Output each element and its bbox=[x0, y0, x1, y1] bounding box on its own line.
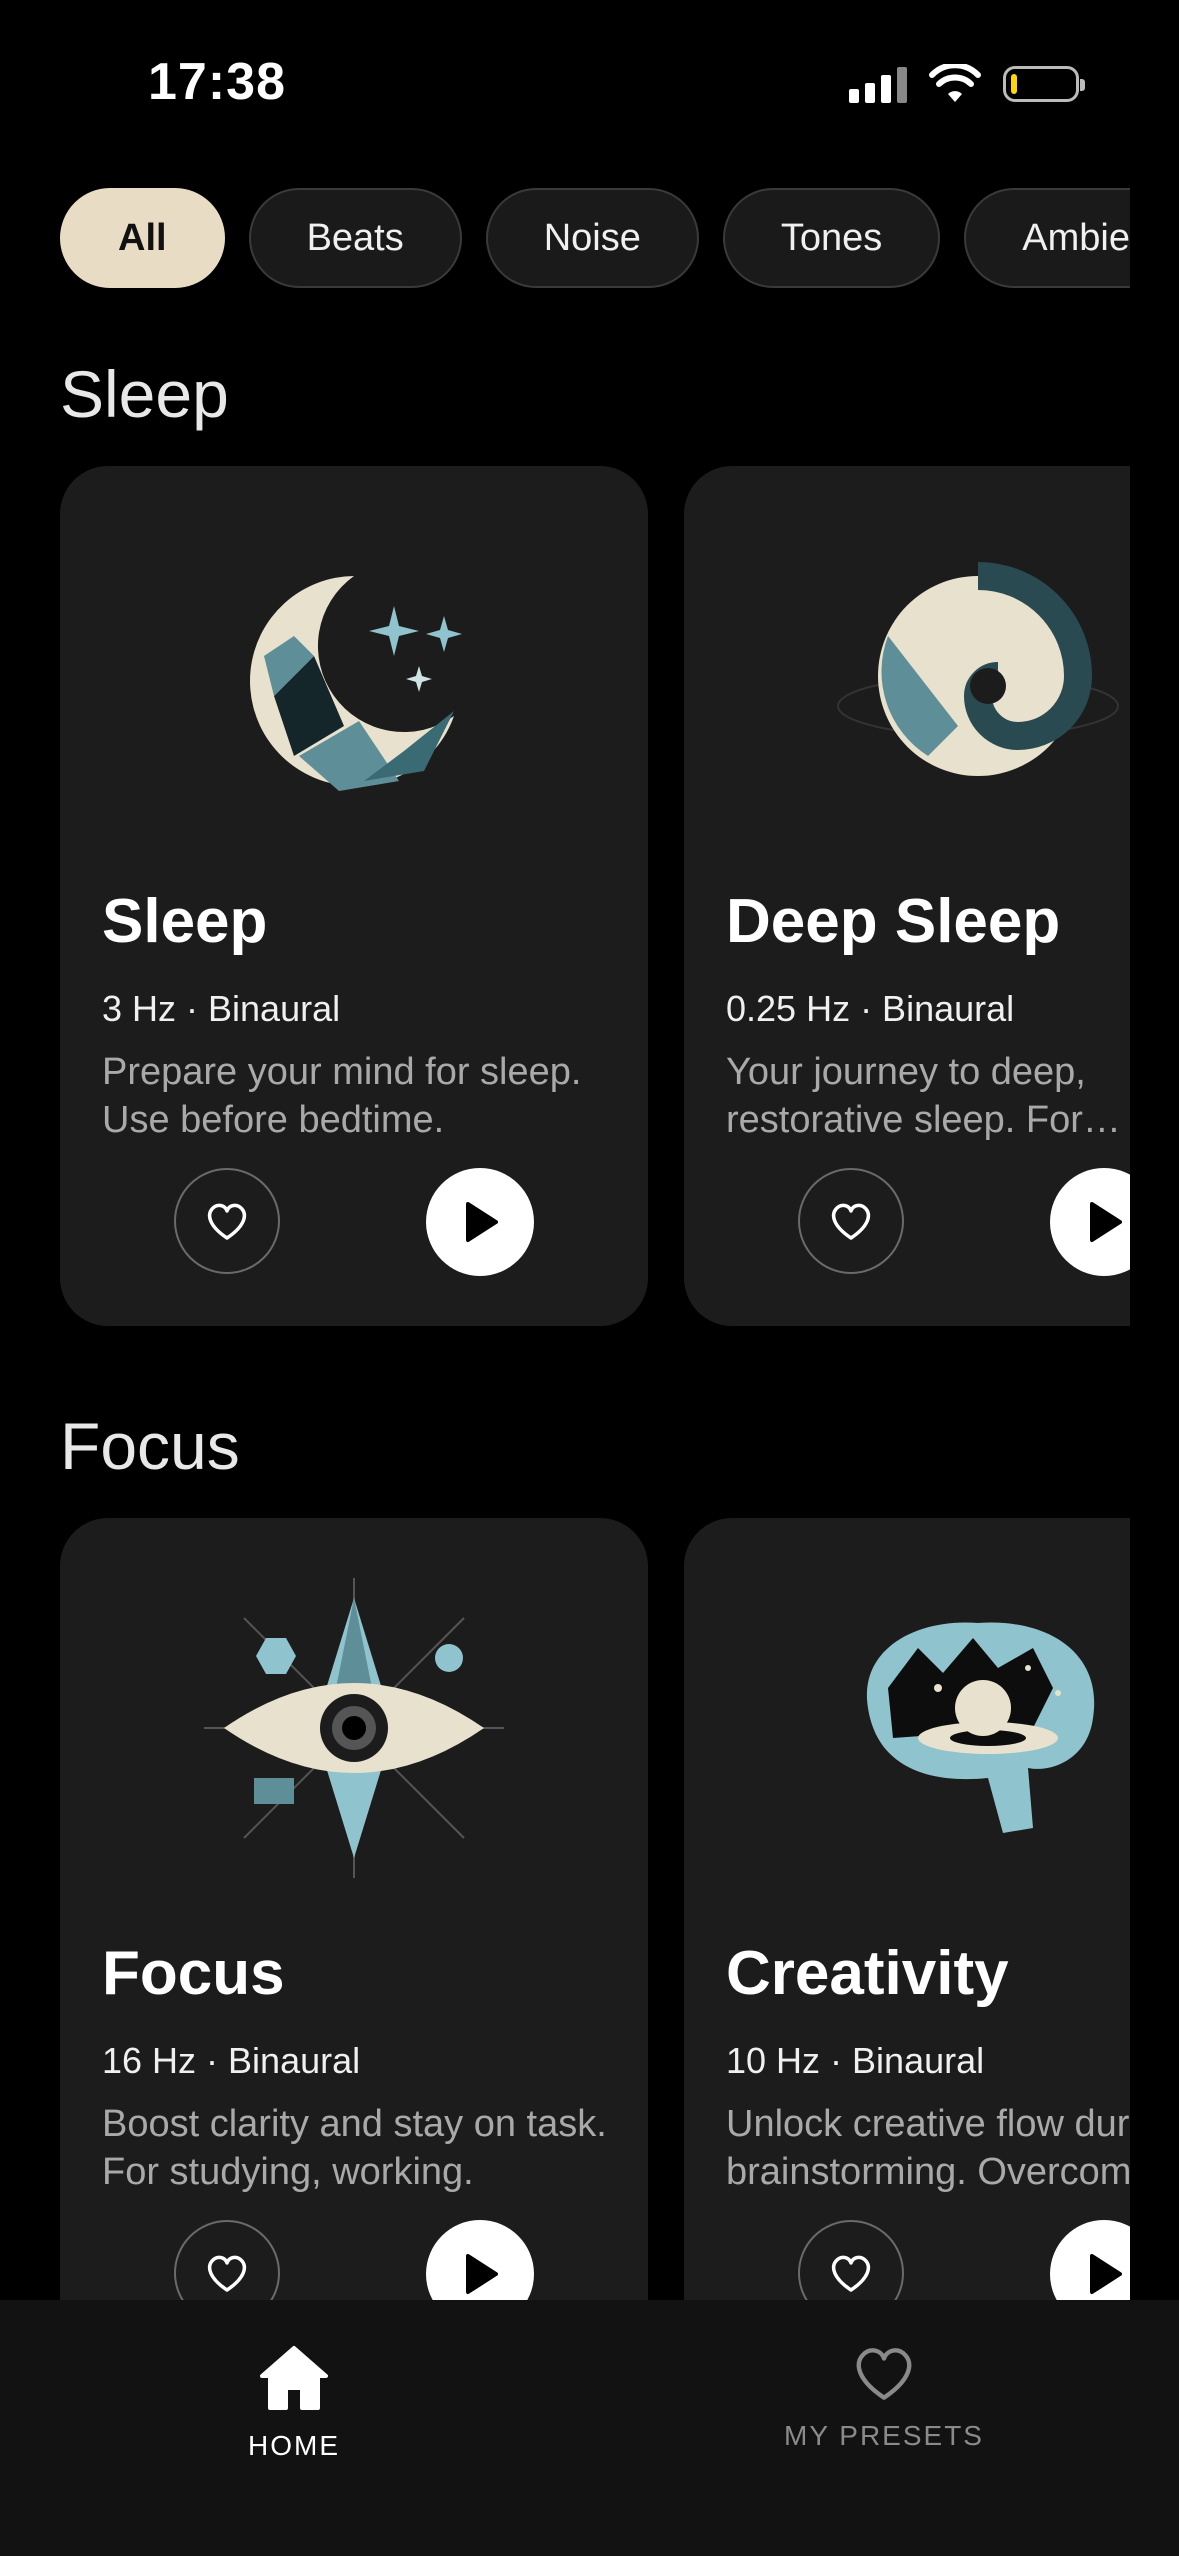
tab-my-presets[interactable]: MY PRESETS bbox=[704, 2344, 1064, 2452]
focus-carousel: Focus 16 Hz · Binaural Boost clarity and… bbox=[60, 1518, 1130, 2388]
section-title-focus: Focus bbox=[60, 1409, 240, 1483]
play-icon bbox=[1090, 2254, 1122, 2294]
status-time: 17:38 bbox=[148, 53, 286, 111]
heart-icon bbox=[207, 2255, 247, 2292]
play-icon bbox=[1090, 1202, 1122, 1242]
card-title: Creativity bbox=[726, 1939, 1009, 2008]
card-description: Unlock creative flow during brainstormin… bbox=[726, 2103, 1130, 2193]
card-title: Focus bbox=[102, 1939, 285, 2008]
card-sleep[interactable]: Sleep 3 Hz · Binaural Prepare your mind … bbox=[60, 466, 648, 1326]
card-title: Deep Sleep bbox=[726, 887, 1061, 956]
card-deep-sleep[interactable]: Deep Sleep 0.25 Hz · Binaural Your journ… bbox=[684, 466, 1130, 1326]
tab-home-label: HOME bbox=[248, 2430, 340, 2461]
card-creativity[interactable]: Creativity 10 Hz · Binaural Unlock creat… bbox=[684, 1518, 1130, 2378]
sleep-carousel: Sleep 3 Hz · Binaural Prepare your mind … bbox=[60, 466, 1130, 1336]
favorite-button[interactable] bbox=[174, 1168, 280, 1274]
chip-noise[interactable]: Noise bbox=[485, 188, 699, 288]
favorite-button[interactable] bbox=[798, 1168, 904, 1274]
chip-all[interactable]: All bbox=[60, 188, 225, 288]
card-description: Your journey to deep, restorative sleep.… bbox=[726, 1051, 1086, 1141]
chip-tones[interactable]: Tones bbox=[722, 188, 941, 288]
cellular-signal-icon bbox=[849, 65, 907, 103]
wifi-icon bbox=[929, 64, 981, 102]
heart-icon bbox=[831, 2255, 871, 2292]
play-button[interactable] bbox=[426, 1168, 534, 1276]
chip-ambient[interactable]: Ambient bbox=[964, 188, 1130, 288]
card-meta: 16 Hz · Binaural bbox=[102, 2040, 361, 2081]
card-meta: 0.25 Hz · Binaural bbox=[726, 988, 1015, 1029]
card-description: Prepare your mind for sleep. Use before … bbox=[102, 1051, 582, 1141]
card-description: Boost clarity and stay on task. For stud… bbox=[102, 2103, 607, 2193]
heart-icon bbox=[856, 2348, 912, 2400]
filter-chips: All Beats Noise Tones Ambient bbox=[60, 188, 1130, 292]
play-button[interactable] bbox=[1050, 1168, 1130, 1276]
eye-illustration bbox=[60, 1558, 648, 1898]
heart-icon bbox=[207, 1203, 247, 1240]
brain-illustration bbox=[684, 1558, 1130, 1898]
home-icon bbox=[260, 2346, 328, 2410]
card-title: Sleep bbox=[102, 887, 268, 956]
card-focus[interactable]: Focus 16 Hz · Binaural Boost clarity and… bbox=[60, 1518, 648, 2378]
card-meta: 3 Hz · Binaural bbox=[102, 988, 341, 1029]
play-icon bbox=[466, 2254, 498, 2294]
tab-my-presets-label: MY PRESETS bbox=[784, 2420, 984, 2451]
swirl-illustration bbox=[684, 506, 1130, 846]
chip-beats[interactable]: Beats bbox=[248, 188, 462, 288]
section-title-sleep: Sleep bbox=[60, 357, 229, 431]
moon-illustration bbox=[60, 506, 648, 846]
heart-icon bbox=[831, 1203, 871, 1240]
tab-bar: HOME MY PRESETS bbox=[0, 2300, 1179, 2556]
battery-icon bbox=[1003, 66, 1085, 102]
play-icon bbox=[466, 1202, 498, 1242]
card-meta: 10 Hz · Binaural bbox=[726, 2040, 985, 2081]
tab-home[interactable]: HOME bbox=[114, 2344, 474, 2462]
status-bar: 17:38 bbox=[0, 0, 1179, 170]
